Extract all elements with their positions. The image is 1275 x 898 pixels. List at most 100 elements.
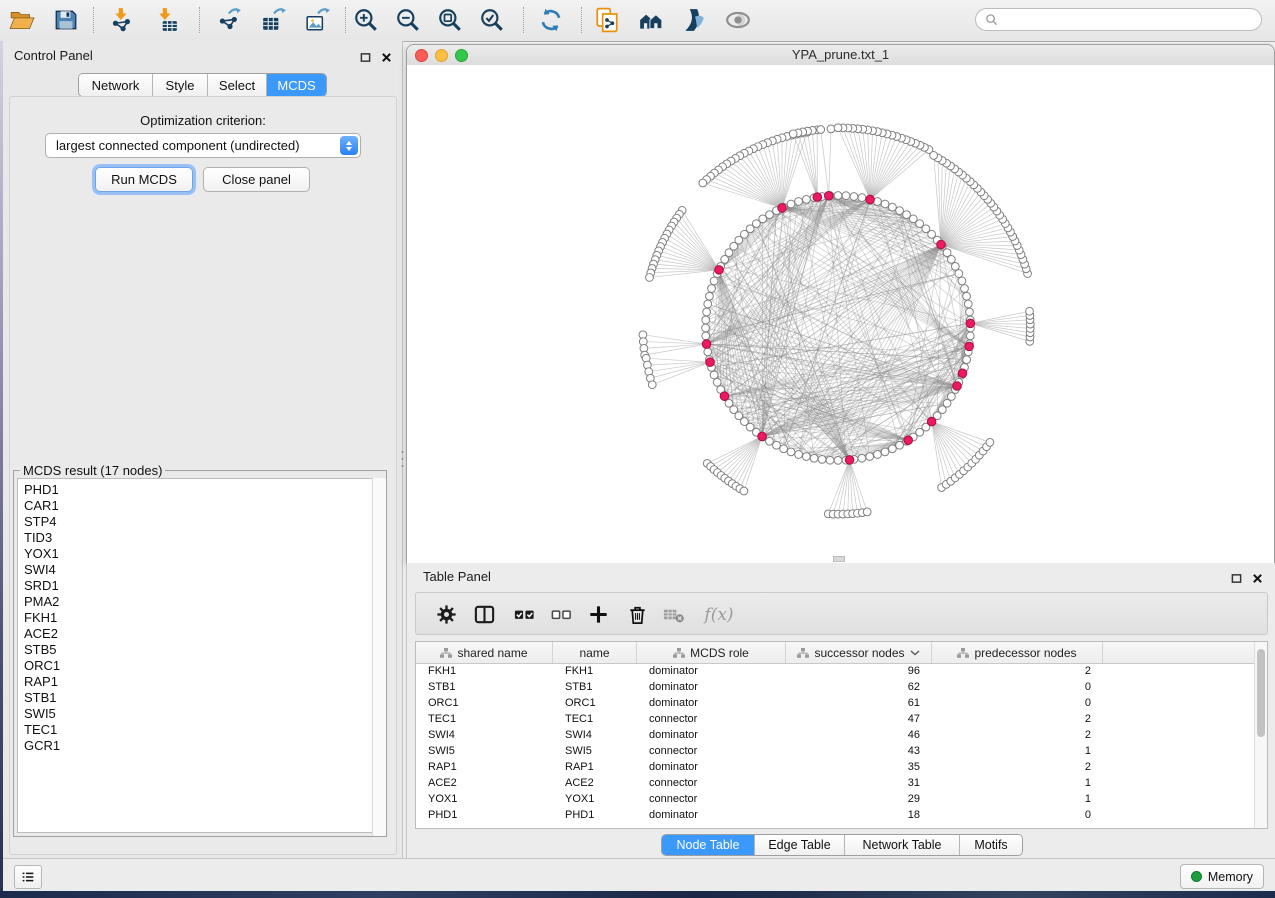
table-cell[interactable]: 2 [932, 711, 1103, 727]
tab-motifs[interactable]: Motifs [960, 835, 1022, 855]
mcds-result-item[interactable]: FKH1 [18, 610, 382, 626]
table-row[interactable]: ACE2ACE2connector311 [416, 775, 1257, 791]
table-row[interactable]: SWI4SWI4dominator462 [416, 727, 1257, 743]
show-hidden-button[interactable] [721, 3, 755, 37]
table-row[interactable]: RAP1RAP1dominator352 [416, 759, 1257, 775]
table-cell[interactable]: SWI5 [416, 743, 553, 759]
table-cell[interactable]: dominator [637, 759, 786, 775]
tab-network[interactable]: Network [79, 74, 153, 96]
table-cell[interactable]: TEC1 [416, 711, 553, 727]
zoom-in-button[interactable] [349, 3, 383, 37]
save-session-button[interactable] [49, 3, 83, 37]
table-cell[interactable]: connector [637, 743, 786, 759]
horizontal-splitter-handle[interactable] [833, 556, 845, 562]
tab-edge-table[interactable]: Edge Table [755, 835, 845, 855]
mcds-result-item[interactable]: GCR1 [18, 738, 382, 754]
table-cell[interactable]: 31 [786, 775, 932, 791]
table-cell[interactable]: 61 [786, 695, 932, 711]
tab-select[interactable]: Select [208, 74, 267, 96]
table-cell[interactable]: 96 [786, 663, 932, 679]
table-cell[interactable]: ACE2 [553, 775, 637, 791]
mcds-result-item[interactable]: CAR1 [18, 498, 382, 514]
table-cell[interactable]: RAP1 [416, 759, 553, 775]
table-cell[interactable]: 1 [932, 791, 1103, 807]
memory-button[interactable]: Memory [1180, 864, 1264, 889]
table-row[interactable]: PHD1PHD1dominator180 [416, 807, 1257, 823]
mcds-result-item[interactable]: STB5 [18, 642, 382, 658]
mcds-result-item[interactable]: TID3 [18, 530, 382, 546]
table-cell[interactable]: 46 [786, 727, 932, 743]
table-cell[interactable]: connector [637, 791, 786, 807]
close-panel-button[interactable]: Close panel [203, 167, 310, 192]
column-header[interactable]: successor nodes [786, 642, 932, 663]
table-cell[interactable]: 18 [786, 807, 932, 823]
close-panel-icon[interactable] [379, 50, 393, 64]
import-table-button[interactable] [149, 3, 183, 37]
mcds-result-item[interactable]: YOX1 [18, 546, 382, 562]
table-cell[interactable]: 2 [932, 727, 1103, 743]
mcds-list-scrollbar[interactable] [372, 478, 386, 836]
first-neighbors-button[interactable] [634, 3, 668, 37]
table-settings-button[interactable] [433, 601, 460, 628]
table-cell[interactable]: dominator [637, 807, 786, 823]
refresh-view-button[interactable] [534, 3, 568, 37]
network-graph[interactable] [407, 65, 1274, 562]
function-builder-button[interactable]: f(x) [699, 601, 739, 628]
import-network-button[interactable] [105, 3, 139, 37]
select-all-button[interactable] [511, 601, 538, 628]
table-cell[interactable]: dominator [637, 663, 786, 679]
table-cell[interactable]: 0 [932, 679, 1103, 695]
mcds-result-item[interactable]: TEC1 [18, 722, 382, 738]
mcds-result-item[interactable]: SWI5 [18, 706, 382, 722]
table-row[interactable]: FKH1FKH1dominator962 [416, 663, 1257, 679]
table-scrollbar[interactable] [1254, 642, 1267, 828]
export-table-button[interactable] [257, 3, 291, 37]
table-row[interactable]: ORC1ORC1dominator610 [416, 695, 1257, 711]
table-cell[interactable]: connector [637, 711, 786, 727]
table-row[interactable]: YOX1YOX1connector291 [416, 791, 1257, 807]
table-cell[interactable]: 1 [932, 743, 1103, 759]
table-cell[interactable]: 43 [786, 743, 932, 759]
table-cell[interactable]: 1 [932, 775, 1103, 791]
table-cell[interactable]: 0 [932, 807, 1103, 823]
table-cell[interactable]: 2 [932, 663, 1103, 679]
table-cell[interactable]: FKH1 [553, 663, 637, 679]
mcds-result-item[interactable]: STP4 [18, 514, 382, 530]
close-panel-icon[interactable] [1250, 571, 1264, 585]
table-cell[interactable]: SWI4 [416, 727, 553, 743]
open-session-button[interactable] [5, 3, 39, 37]
tab-node-table[interactable]: Node Table [662, 835, 755, 855]
export-image-button[interactable] [301, 3, 335, 37]
tab-style[interactable]: Style [153, 74, 208, 96]
search-box[interactable] [975, 8, 1262, 31]
mcds-result-item[interactable]: PHD1 [18, 479, 382, 498]
table-cell[interactable]: TEC1 [553, 711, 637, 727]
zoom-selected-button[interactable] [475, 3, 509, 37]
table-cell[interactable]: connector [637, 775, 786, 791]
new-network-from-selection-button[interactable] [590, 3, 624, 37]
network-window-titlebar[interactable]: YPA_prune.txt_1 [407, 45, 1274, 66]
table-cell[interactable]: SWI5 [553, 743, 637, 759]
hide-selected-button[interactable] [677, 3, 711, 37]
table-cell[interactable]: STB1 [553, 679, 637, 695]
zoom-out-button[interactable] [391, 3, 425, 37]
tab-network-table[interactable]: Network Table [845, 835, 960, 855]
run-mcds-button[interactable]: Run MCDS [95, 167, 193, 192]
table-cell[interactable]: dominator [637, 695, 786, 711]
float-panel-icon[interactable] [358, 50, 372, 64]
mcds-result-item[interactable]: RAP1 [18, 674, 382, 690]
table-cell[interactable]: ORC1 [553, 695, 637, 711]
tab-mcds[interactable]: MCDS [267, 74, 326, 96]
column-header[interactable]: MCDS role [637, 642, 786, 663]
show-columns-button[interactable] [471, 601, 498, 628]
criterion-dropdown[interactable]: largest connected component (undirected) [45, 133, 361, 158]
table-cell[interactable]: RAP1 [553, 759, 637, 775]
table-cell[interactable]: YOX1 [553, 791, 637, 807]
table-row[interactable]: SWI5SWI5connector431 [416, 743, 1257, 759]
zoom-fit-button[interactable] [433, 3, 467, 37]
table-cell[interactable]: SWI4 [553, 727, 637, 743]
table-cell[interactable]: YOX1 [416, 791, 553, 807]
table-cell[interactable]: PHD1 [416, 807, 553, 823]
table-cell[interactable]: 2 [932, 759, 1103, 775]
vertical-splitter-handle[interactable] [401, 448, 404, 470]
